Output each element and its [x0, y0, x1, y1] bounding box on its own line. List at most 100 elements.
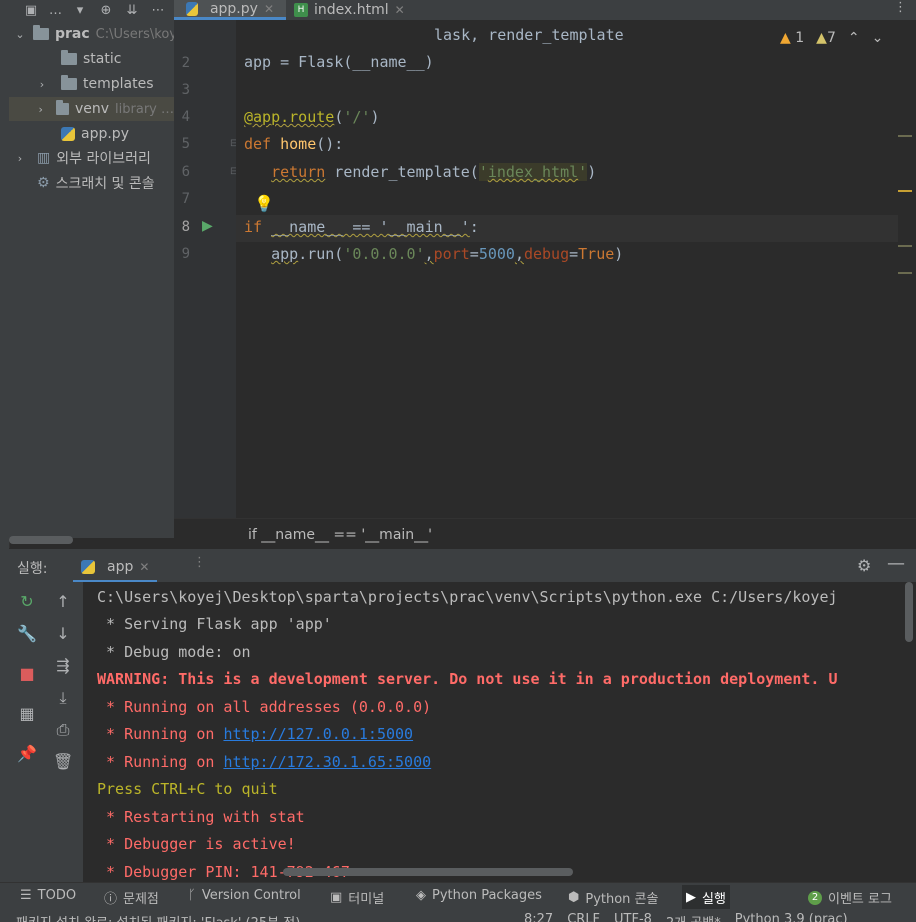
project-view-menu[interactable]: …: [49, 3, 62, 18]
console-vscrollbar[interactable]: [905, 582, 913, 642]
project-toolbar: ▣ … ▾ ⊕ ⇊ ⋯: [9, 0, 174, 20]
arrow-down-icon[interactable]: ↓: [53, 624, 73, 643]
editor-gutter: 2 3 4 5 6 7 8 9 ▶ ⊟ ⊟: [174, 20, 238, 518]
indent-setting[interactable]: 2개 공백*: [666, 912, 721, 922]
console-text: * Running on: [97, 753, 224, 771]
print-icon[interactable]: ⎙: [53, 720, 73, 740]
tree-root-prac[interactable]: ⌄ prac C:\Users\koyej\Desktop\sparta\pro…: [9, 22, 174, 46]
weak-warning-count[interactable]: ▲7: [816, 30, 836, 46]
tab-app-py[interactable]: app.py ✕: [174, 0, 286, 20]
stop-icon[interactable]: ■: [17, 664, 37, 683]
run-gutter-icon[interactable]: ▶: [202, 218, 213, 234]
code-line-4: @app.route('/'): [244, 108, 380, 126]
warning-count[interactable]: ▲ 1: [780, 30, 804, 46]
error-stripe: [898, 20, 916, 518]
run-console[interactable]: C:\Users\koyej\Desktop\sparta\projects\p…: [83, 582, 916, 882]
marker[interactable]: [898, 272, 912, 274]
marker[interactable]: [898, 190, 912, 192]
tool-run[interactable]: ▶ 실행: [682, 885, 730, 909]
tree-item-label: 외부 라이브러리: [56, 151, 151, 167]
status-widgets: 8:27 CRLF UTF-8 2개 공백* Python 3.9 (prac): [524, 912, 848, 922]
scroll-to-end-icon[interactable]: ⤓: [53, 688, 73, 708]
locate-icon[interactable]: ⊕: [98, 3, 114, 18]
marker[interactable]: [898, 245, 912, 247]
console-line: * Serving Flask app 'app': [97, 615, 332, 633]
console-line: * Debug mode: on: [97, 643, 251, 661]
file-encoding[interactable]: UTF-8: [614, 912, 652, 922]
code-line-2: app = Flask(__name__): [244, 53, 434, 71]
code-line-6: return render_template('index_html'): [271, 163, 597, 181]
tree-item-static[interactable]: static: [9, 47, 174, 71]
folder-icon: [33, 25, 49, 40]
tool-python-console[interactable]: ⬢ Python 콘솔: [568, 888, 658, 907]
gear-icon[interactable]: ⚙: [857, 556, 871, 575]
project-scrollbar[interactable]: [9, 536, 73, 544]
chevron-right-icon[interactable]: ›: [35, 78, 49, 91]
tool-problems[interactable]: ⓘ 문제점: [104, 888, 159, 907]
minimize-icon[interactable]: —: [887, 553, 905, 574]
chevron-right-icon[interactable]: ›: [35, 103, 46, 116]
scratch-icon: ⚙: [37, 175, 50, 191]
marker[interactable]: [898, 135, 912, 137]
run-label: 실행:: [17, 561, 48, 577]
soft-wrap-icon[interactable]: ⇶: [53, 656, 73, 675]
console-line: C:\Users\koyej\Desktop\sparta\projects\p…: [97, 588, 838, 606]
wrench-icon[interactable]: 🔧: [17, 624, 37, 643]
run-tab-app[interactable]: app ✕: [73, 553, 158, 583]
more-tabs-icon[interactable]: ⋮: [193, 555, 206, 570]
run-toolbar: ↻ 🔧 ■ ▦ 📌 ↑ ↓ ⇶ ⤓ ⎙ 🗑: [9, 582, 83, 882]
console-link[interactable]: http://127.0.0.1:5000: [223, 725, 413, 743]
list-icon: ☰: [20, 888, 32, 903]
tree-item-scratches[interactable]: ⚙ 스크래치 및 콘솔: [9, 171, 174, 195]
cursor-position[interactable]: 8:27: [524, 912, 553, 922]
console-link[interactable]: http://172.30.1.65:5000: [223, 753, 431, 771]
tree-item-external-libraries[interactable]: › ▥ 외부 라이브러리: [9, 146, 174, 170]
chevron-right-icon[interactable]: ›: [13, 152, 27, 165]
tree-item-app-py[interactable]: app.py: [9, 122, 174, 146]
tree-item-templates[interactable]: › templates: [9, 72, 174, 96]
breadcrumb-bar: if __name__ == '__main__': [174, 518, 916, 549]
inspection-widget[interactable]: ▲ 1 ▲7 ⌃ ⌄: [780, 26, 883, 50]
console-line: * Running on http://127.0.0.1:5000: [97, 725, 413, 743]
chevron-down-icon[interactable]: ⌄: [13, 28, 27, 41]
run-icon: ▶: [686, 889, 696, 905]
tool-python-packages[interactable]: ◈ Python Packages: [416, 888, 542, 903]
arrow-up-icon[interactable]: ↑: [53, 592, 73, 611]
tree-item-label: templates: [83, 76, 154, 92]
project-view-icon[interactable]: ▣: [23, 3, 39, 18]
chevron-down-icon[interactable]: ⌄: [872, 30, 884, 46]
rerun-icon[interactable]: ↻: [17, 592, 37, 611]
code-line-9: app.run('0.0.0.0',port=5000,debug=True): [271, 245, 624, 263]
tree-item-venv[interactable]: › venv library …: [9, 97, 174, 121]
breadcrumb[interactable]: if __name__ == '__main__': [248, 527, 432, 543]
tool-todo[interactable]: ☰ TODO: [20, 888, 76, 903]
status-message[interactable]: 패키지 설치 완료: 설치된 패키지: 'Flask' (25분 전): [16, 912, 300, 922]
close-icon[interactable]: ✕: [139, 560, 149, 574]
trash-icon[interactable]: 🗑: [53, 752, 73, 771]
console-line: * Running on all addresses (0.0.0.0): [97, 698, 432, 716]
bulb-icon[interactable]: 💡: [254, 194, 274, 213]
event-count-badge: 2: [808, 890, 822, 905]
library-icon: ▥: [37, 150, 51, 166]
console-hscrollbar[interactable]: [283, 868, 573, 876]
line-number: 9: [181, 246, 190, 262]
chevron-up-icon[interactable]: ⌃: [848, 30, 860, 46]
python-interpreter[interactable]: Python 3.9 (prac): [735, 912, 848, 922]
line-separator[interactable]: CRLF: [567, 912, 600, 922]
chevron-down-icon[interactable]: ▾: [72, 3, 88, 18]
python-file-icon: [61, 127, 75, 141]
close-icon[interactable]: ✕: [264, 2, 274, 16]
tool-event-log[interactable]: 2 이벤트 로그: [808, 888, 892, 907]
python-file-icon: [186, 1, 198, 16]
options-icon[interactable]: ⋯: [150, 3, 166, 18]
close-icon[interactable]: ✕: [395, 3, 405, 17]
tool-version-control[interactable]: ᚴ Version Control: [188, 888, 301, 903]
collapse-all-icon[interactable]: ⇊: [124, 3, 140, 18]
folder-icon: [61, 50, 77, 65]
more-options-icon[interactable]: ⋮: [894, 0, 907, 15]
layout-icon[interactable]: ▦: [17, 704, 37, 723]
tool-terminal[interactable]: ▣ 터미널: [330, 888, 384, 907]
pin-icon[interactable]: 📌: [17, 744, 37, 763]
tab-index-html[interactable]: H index.html ✕: [282, 0, 417, 20]
tree-item-label: 스크래치 및 콘솔: [55, 176, 155, 192]
